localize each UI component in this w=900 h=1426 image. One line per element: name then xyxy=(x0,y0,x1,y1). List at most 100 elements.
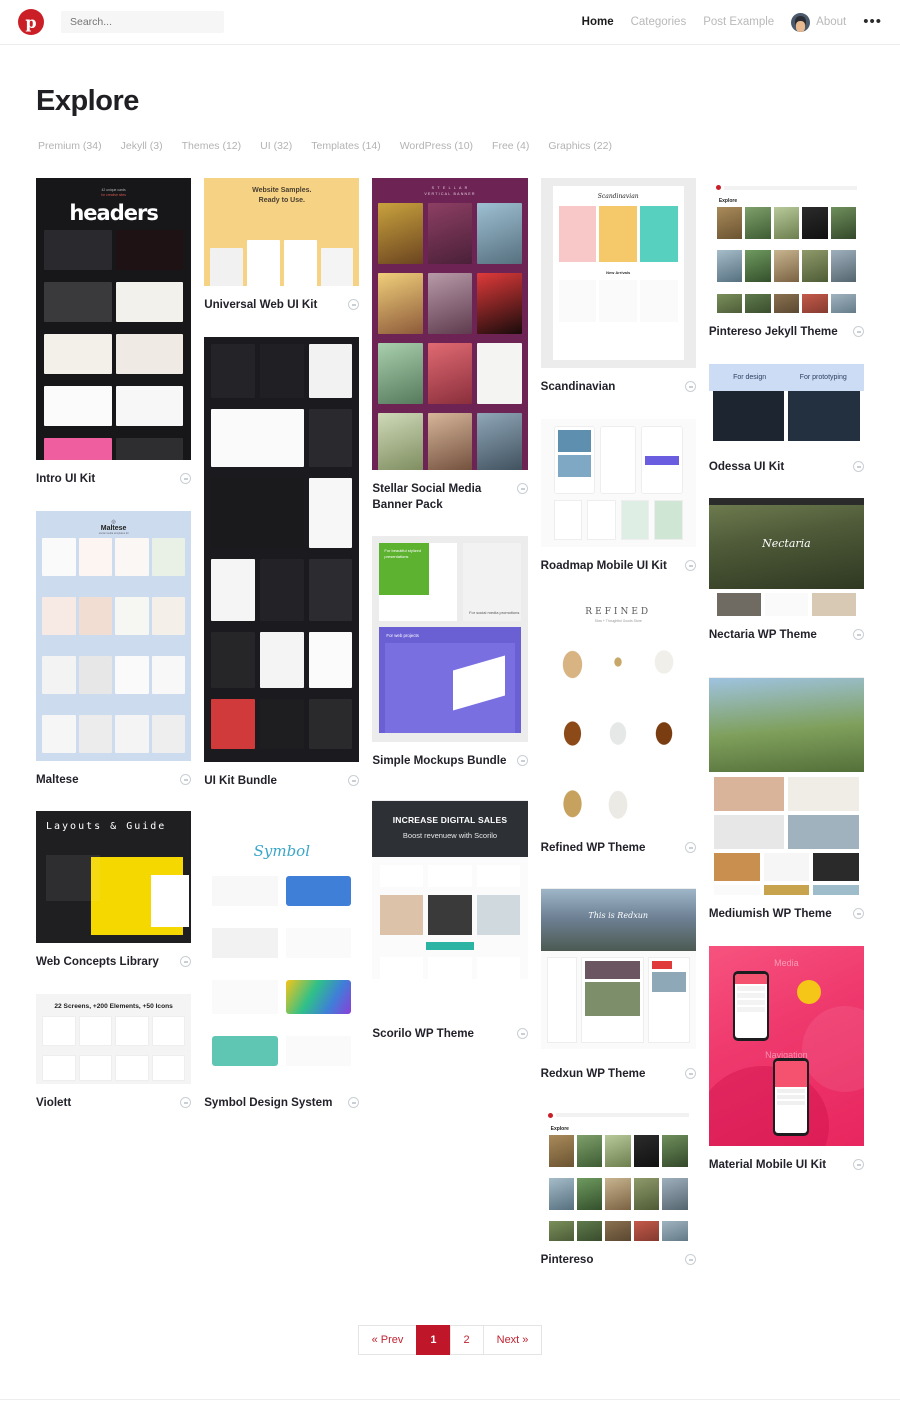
card-scorilo-wp-theme[interactable]: INCREASE DIGITAL SALES Boost revenuew wi… xyxy=(372,792,528,1042)
thumb-line1: For beautiful stylized presentations xyxy=(384,548,422,559)
card-web-concepts-library[interactable]: Layouts & Guide Web Concepts Library xyxy=(36,811,192,970)
pagination-next[interactable]: Next » xyxy=(482,1325,543,1356)
nav-item-categories[interactable]: Categories xyxy=(631,16,687,28)
thumbnail-violett[interactable]: 22 Screens, +200 Elements, +50 Icons xyxy=(36,993,192,1084)
arrow-right-icon[interactable] xyxy=(684,381,696,392)
card-title: Simple Mockups Bundle xyxy=(372,754,507,768)
arrow-right-icon[interactable] xyxy=(684,842,696,854)
card-title: UI Kit Bundle xyxy=(204,773,277,787)
arrow-right-icon[interactable] xyxy=(853,907,865,919)
thumbnail-simple-mockups[interactable]: For beautiful stylized presentations For… xyxy=(372,536,528,743)
arrow-right-icon[interactable] xyxy=(180,956,192,968)
card-pintereso[interactable]: Explore Pintereso xyxy=(540,1105,696,1268)
card-maltese[interactable]: ◎ Maltese social media templates kit Mal… xyxy=(36,510,192,788)
thumbnail-intro-ui-kit[interactable]: 42 unique cards for creative sites header… xyxy=(36,178,192,460)
card-refined-wp-theme[interactable]: REFINED Slow + Thoughtful Goods Store Re… xyxy=(540,597,696,856)
thumbnail-nectaria[interactable]: Nectaria xyxy=(708,498,865,617)
thumb-headline: 22 Screens, +200 Elements, +50 Icons xyxy=(54,1002,173,1010)
arrow-right-icon[interactable] xyxy=(516,1027,528,1039)
search-input[interactable] xyxy=(61,11,224,33)
filter-themes[interactable]: Themes (12) xyxy=(182,140,242,152)
arrow-right-icon[interactable] xyxy=(180,773,192,785)
thumbnail-scorilo[interactable]: INCREASE DIGITAL SALES Boost revenuew wi… xyxy=(372,792,528,1015)
thumb-line3: For web projects xyxy=(386,633,419,639)
grid-column-1: 42 unique cards for creative sites header… xyxy=(36,178,192,1135)
card-universal-web-ui-kit[interactable]: Website Samples. Ready to Use. Universal… xyxy=(204,178,360,313)
filter-jekyll[interactable]: Jekyll (3) xyxy=(121,140,163,152)
thumbnail-refined[interactable]: REFINED Slow + Thoughtful Goods Store xyxy=(540,597,696,830)
thumbnail-scandinavian[interactable]: Scandinavian New Arrivals xyxy=(540,178,696,368)
card-title: Violett xyxy=(36,1095,72,1109)
arrow-right-icon[interactable] xyxy=(853,629,865,641)
card-symbol-design-system[interactable]: Symbol Symbol Design System xyxy=(204,812,360,1111)
nav-item-home[interactable]: Home xyxy=(582,16,614,28)
pagination-prev[interactable]: « Prev xyxy=(357,1325,417,1356)
card-title: Refined WP Theme xyxy=(540,841,646,855)
arrow-right-icon[interactable] xyxy=(348,1097,360,1109)
card-title: Mediumish WP Theme xyxy=(708,906,832,920)
thumbnail-roadmap[interactable] xyxy=(540,418,696,547)
card-title: Symbol Design System xyxy=(204,1096,333,1110)
thumbnail-maltese[interactable]: ◎ Maltese social media templates kit xyxy=(36,510,192,761)
arrow-right-icon[interactable] xyxy=(348,299,360,310)
card-ui-kit-bundle[interactable]: UI Kit Bundle xyxy=(204,336,360,789)
arrow-right-icon[interactable] xyxy=(684,1253,696,1265)
thumbnail-pintereso-jekyll[interactable]: Explore xyxy=(708,178,865,313)
thumb-sub: social media templates kit xyxy=(98,531,129,535)
card-title: Pintereso xyxy=(540,1252,594,1266)
arrow-right-icon[interactable] xyxy=(853,1158,865,1170)
card-nectaria-wp-theme[interactable]: Nectaria Nectaria WP Theme xyxy=(708,498,865,643)
card-scandinavian[interactable]: Scandinavian New Arrivals Scandinavian xyxy=(540,178,696,395)
card-mediumish-wp-theme[interactable]: Mediumish WP Theme xyxy=(708,666,865,922)
arrow-right-icon[interactable] xyxy=(853,460,865,472)
arrow-right-icon[interactable] xyxy=(853,326,865,337)
arrow-right-icon[interactable] xyxy=(180,1096,192,1108)
phone-mockup-2 xyxy=(772,1057,809,1136)
card-title: Material Mobile UI Kit xyxy=(708,1157,827,1171)
thumbnail-symbol[interactable]: Symbol xyxy=(204,812,360,1085)
filter-graphics[interactable]: Graphics (22) xyxy=(548,140,612,152)
arrow-right-icon[interactable] xyxy=(180,473,192,484)
pagination-page-1[interactable]: 1 xyxy=(416,1325,450,1356)
thumbnail-pintereso[interactable]: Explore xyxy=(540,1105,696,1241)
arrow-right-icon[interactable] xyxy=(684,559,696,571)
page-title: Explore xyxy=(36,85,139,117)
thumbnail-odessa[interactable]: For design For prototyping xyxy=(708,363,865,448)
arrow-right-icon[interactable] xyxy=(516,483,528,494)
card-redxun-wp-theme[interactable]: This is Redxun Redxun WP Theme xyxy=(540,879,696,1082)
card-roadmap-mobile-ui-kit[interactable]: Roadmap Mobile UI Kit xyxy=(540,418,696,574)
filter-free[interactable]: Free (4) xyxy=(492,140,529,152)
card-stellar-banner-pack[interactable]: S T E L L A R VERTICAL BANNER Stellar So… xyxy=(372,178,528,512)
thumbnail-stellar[interactable]: S T E L L A R VERTICAL BANNER xyxy=(372,178,528,470)
arrow-right-icon[interactable] xyxy=(684,1067,696,1079)
cards-grid: 42 unique cards for creative sites header… xyxy=(36,178,865,1291)
nav-item-about-label[interactable]: About xyxy=(816,16,846,28)
arrow-right-icon[interactable] xyxy=(516,755,528,767)
nav-item-about[interactable]: About xyxy=(791,12,846,32)
card-violett[interactable]: 22 Screens, +200 Elements, +50 Icons Vio… xyxy=(36,993,192,1111)
thumbnail-material[interactable]: Media Navigation xyxy=(708,945,865,1146)
pagination-page-2[interactable]: 2 xyxy=(449,1325,483,1356)
card-simple-mockups-bundle[interactable]: For beautiful stylized presentations For… xyxy=(372,536,528,769)
thumbnail-ui-kit-bundle[interactable] xyxy=(204,336,360,762)
card-pintereso-jekyll-theme[interactable]: Explore Pintereso Jekyll Theme xyxy=(708,178,865,340)
thumb-headline: headers xyxy=(69,201,159,226)
filter-wordpress[interactable]: WordPress (10) xyxy=(400,140,473,152)
grid-column-2: Website Samples. Ready to Use. Universal… xyxy=(204,178,360,1135)
thumb-headline: Explore xyxy=(550,1125,569,1132)
thumbnail-mediumish[interactable] xyxy=(708,666,865,895)
pinterest-logo-icon[interactable]: p xyxy=(18,9,44,35)
filter-ui[interactable]: UI (32) xyxy=(260,140,292,152)
filter-premium[interactable]: Premium (34) xyxy=(38,140,102,152)
card-intro-ui-kit[interactable]: 42 unique cards for creative sites header… xyxy=(36,178,192,487)
nav-item-post-example[interactable]: Post Example xyxy=(703,16,774,28)
thumbnail-web-concepts[interactable]: Layouts & Guide xyxy=(36,811,192,944)
thumbnail-universal[interactable]: Website Samples. Ready to Use. xyxy=(204,178,360,286)
arrow-right-icon[interactable] xyxy=(348,774,360,786)
card-odessa-ui-kit[interactable]: For design For prototyping Odessa UI Kit xyxy=(708,363,865,475)
card-material-mobile-ui-kit[interactable]: Media Navigation Material Mobile UI Kit xyxy=(708,945,865,1173)
filter-templates[interactable]: Templates (14) xyxy=(311,140,380,152)
thumbnail-redxun[interactable]: This is Redxun xyxy=(540,879,696,1055)
thumb-headline: REFINED xyxy=(585,607,652,618)
more-menu-icon[interactable]: ••• xyxy=(863,14,882,29)
